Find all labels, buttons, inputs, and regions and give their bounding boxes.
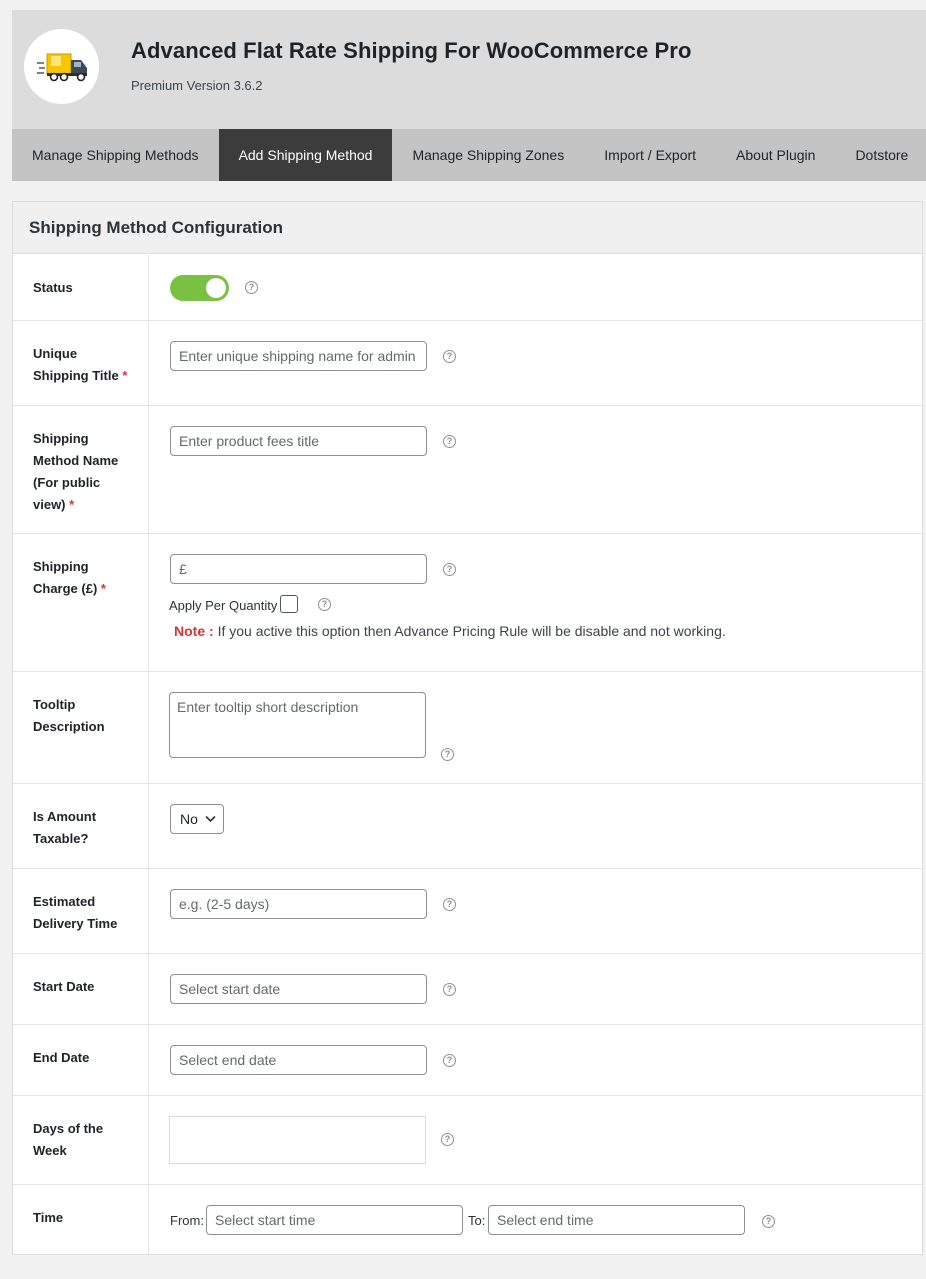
- plugin-header: Advanced Flat Rate Shipping For WooComme…: [12, 10, 926, 129]
- note-label: Note :: [174, 623, 214, 639]
- time-row: Time From: To: ?: [13, 1185, 922, 1254]
- label-line: Start Date: [33, 979, 95, 994]
- taxable-select[interactable]: No: [170, 804, 224, 834]
- status-label: Status: [13, 255, 149, 320]
- delivery-time-row: Estimated Delivery Time ?: [13, 869, 922, 954]
- shipping-config-panel: Shipping Method Configuration Status ? U…: [12, 201, 923, 1255]
- delivery-time-label: Estimated Delivery Time: [13, 869, 149, 953]
- charge-note: Note : If you active this option then Ad…: [174, 623, 726, 639]
- method-name-input[interactable]: [170, 426, 427, 456]
- label-line: Unique: [33, 346, 78, 361]
- label-line: Delivery Time: [33, 916, 118, 931]
- status-label-text: Status: [33, 280, 73, 295]
- taxable-select-value: No: [180, 811, 198, 827]
- plugin-nav-tabs: Manage Shipping Methods Add Shipping Met…: [12, 129, 926, 181]
- label-line: view): [33, 497, 66, 512]
- label-line: Estimated: [33, 894, 96, 909]
- label-line: Time: [33, 1210, 64, 1225]
- help-icon[interactable]: ?: [318, 598, 331, 611]
- tab-dotstore[interactable]: Dotstore: [835, 129, 926, 181]
- unique-title-label: Unique Shipping Title *: [13, 321, 149, 405]
- label-line: Tooltip: [33, 697, 76, 712]
- status-row: Status ?: [13, 255, 922, 321]
- delivery-time-input[interactable]: [170, 889, 427, 919]
- end-time-input[interactable]: [488, 1205, 745, 1235]
- help-icon[interactable]: ?: [443, 563, 456, 576]
- label-line: Taxable?: [33, 831, 89, 846]
- label-line: Shipping Title: [33, 368, 119, 383]
- start-time-input[interactable]: [206, 1205, 463, 1235]
- required-asterisk: *: [100, 581, 106, 596]
- required-asterisk: *: [122, 368, 128, 383]
- tooltip-label: Tooltip Description: [13, 672, 149, 783]
- method-name-label: Shipping Method Name (For public view) *: [13, 406, 149, 533]
- label-line: (For public: [33, 475, 101, 490]
- label-line: Is Amount: [33, 809, 97, 824]
- label-line: Week: [33, 1143, 67, 1158]
- help-icon[interactable]: ?: [443, 350, 456, 363]
- help-icon[interactable]: ?: [441, 748, 454, 761]
- start-date-row: Start Date ?: [13, 954, 922, 1025]
- help-icon[interactable]: ?: [443, 898, 456, 911]
- plugin-version: Premium Version 3.6.2: [131, 78, 263, 93]
- help-icon[interactable]: ?: [245, 281, 258, 294]
- label-line: Shipping: [33, 431, 89, 446]
- tab-about-plugin[interactable]: About Plugin: [716, 129, 835, 181]
- shipping-charge-label: Shipping Charge (£) *: [13, 534, 149, 671]
- apply-per-quantity-label: Apply Per Quantity: [169, 598, 278, 613]
- label-line: End Date: [33, 1050, 90, 1065]
- label-line: Shipping: [33, 559, 89, 574]
- tab-manage-shipping-zones[interactable]: Manage Shipping Zones: [392, 129, 584, 181]
- taxable-label: Is Amount Taxable?: [13, 784, 149, 868]
- help-icon[interactable]: ?: [762, 1215, 775, 1228]
- tab-manage-shipping-methods[interactable]: Manage Shipping Methods: [12, 129, 219, 181]
- unique-title-row: Unique Shipping Title * ?: [13, 321, 922, 406]
- start-date-input[interactable]: [170, 974, 427, 1004]
- apply-per-quantity-checkbox[interactable]: [280, 595, 298, 613]
- days-of-week-label: Days of the Week: [13, 1096, 149, 1184]
- toggle-knob: [206, 278, 226, 298]
- label-line: Description: [33, 719, 105, 734]
- tooltip-textarea[interactable]: [169, 692, 426, 758]
- unique-title-input[interactable]: [170, 341, 427, 371]
- delivery-truck-icon: [37, 53, 87, 82]
- plugin-logo: [24, 29, 99, 104]
- end-date-label: End Date: [13, 1025, 149, 1095]
- help-icon[interactable]: ?: [443, 1054, 456, 1067]
- chevron-down-icon: [205, 815, 216, 823]
- help-icon[interactable]: ?: [443, 983, 456, 996]
- note-text: If you active this option then Advance P…: [217, 623, 726, 639]
- time-label: Time: [13, 1185, 149, 1254]
- help-icon[interactable]: ?: [441, 1133, 454, 1146]
- end-date-input[interactable]: [170, 1045, 427, 1075]
- label-line: Days of the: [33, 1121, 104, 1136]
- method-name-row: Shipping Method Name (For public view) *…: [13, 406, 922, 534]
- required-asterisk: *: [69, 497, 75, 512]
- tab-add-shipping-method[interactable]: Add Shipping Method: [218, 129, 393, 181]
- taxable-row: Is Amount Taxable? No: [13, 784, 922, 869]
- time-to-label: To:: [468, 1213, 486, 1228]
- shipping-charge-input[interactable]: [170, 554, 427, 584]
- label-line: Method Name: [33, 453, 119, 468]
- days-of-week-row: Days of the Week ?: [13, 1096, 922, 1185]
- start-date-label: Start Date: [13, 954, 149, 1024]
- days-of-week-multiselect[interactable]: [169, 1116, 426, 1164]
- help-icon[interactable]: ?: [443, 435, 456, 448]
- shipping-charge-row: Shipping Charge (£) * ? Apply Per Quanti…: [13, 534, 922, 672]
- end-date-row: End Date ?: [13, 1025, 922, 1096]
- panel-title: Shipping Method Configuration: [13, 202, 922, 254]
- status-toggle[interactable]: [170, 275, 229, 301]
- plugin-title: Advanced Flat Rate Shipping For WooComme…: [131, 38, 692, 63]
- tooltip-row: Tooltip Description ?: [13, 672, 922, 784]
- time-from-label: From:: [170, 1213, 204, 1228]
- tab-import-export[interactable]: Import / Export: [584, 129, 716, 181]
- label-line: Charge (£): [33, 581, 98, 596]
